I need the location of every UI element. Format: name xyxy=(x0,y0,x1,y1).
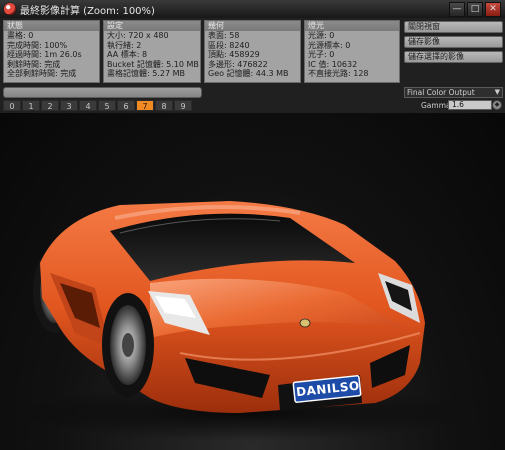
settings-frame-memory: 畫格記憶體: 5.27 MB xyxy=(107,69,185,79)
settings-panel-title: 設定 xyxy=(104,21,200,31)
window-title: 最終影像計算 (Zoom: 100%) xyxy=(20,5,155,17)
settings-size: 大小: 720 x 480 xyxy=(107,31,169,40)
output-select-value: Final Color Output xyxy=(407,88,475,97)
lights-ic-value: IC 值: 10632 xyxy=(308,59,358,69)
save-image-button[interactable]: 儲存影像 xyxy=(404,36,503,48)
status-remaining: 剩餘時間: 完成 xyxy=(7,59,61,69)
lights-sources: 光源: 0 xyxy=(308,31,335,40)
settings-bucket-memory: Bucket 記憶體: 5.10 MB xyxy=(107,59,199,69)
buffer-tab-4[interactable]: 4 xyxy=(79,100,97,111)
buffer-tab-9[interactable]: 9 xyxy=(174,100,192,111)
buffer-tab-6[interactable]: 6 xyxy=(117,100,135,111)
status-complete: 完成時間: 100% xyxy=(7,40,68,50)
settings-aa-samples: AA 標本: 8 xyxy=(107,50,148,60)
save-selected-image-button[interactable]: 儲存選擇的影像 xyxy=(404,51,503,63)
buffer-tab-1[interactable]: 1 xyxy=(22,100,40,111)
rendered-car-image xyxy=(15,201,475,441)
buffer-tab-8[interactable]: 8 xyxy=(155,100,173,111)
buffer-tab-3[interactable]: 3 xyxy=(60,100,78,111)
lights-photons: 光子: 0 xyxy=(308,50,335,60)
geometry-surfaces: 表面: 58 xyxy=(208,31,240,40)
maximize-button[interactable]: □ xyxy=(467,2,483,17)
geometry-polygons: 多邊形: 476822 xyxy=(208,59,268,69)
render-viewport[interactable]: DANILSO xyxy=(0,113,505,450)
status-panel: 狀態 畫格: 0 完成時間: 100% 經過時間: 1m 26.0s 剩餘時間:… xyxy=(3,20,100,83)
buffer-tab-7[interactable]: 7 xyxy=(136,100,154,111)
buffer-tabs: 0 1 2 3 4 5 6 7 8 9 xyxy=(3,100,192,111)
render-progress-bar xyxy=(3,87,202,98)
geometry-panel: 幾何 表面: 58 區段: 8240 頂點: 458929 多邊形: 47682… xyxy=(204,20,301,83)
status-panel-title: 狀態 xyxy=(4,21,99,31)
status-total-remaining: 全部剩餘時間: 完成 xyxy=(7,69,77,79)
output-select[interactable]: Final Color Output ▼ xyxy=(404,87,503,98)
spin-icon[interactable]: ◆ xyxy=(492,100,502,110)
settings-panel: 設定 大小: 720 x 480 執行緒: 2 AA 標本: 8 Bucket … xyxy=(103,20,201,83)
info-area: 狀態 畫格: 0 完成時間: 100% 經過時間: 1m 26.0s 剩餘時間:… xyxy=(0,18,505,113)
minimize-button[interactable]: — xyxy=(449,2,465,17)
lights-samples: 光源標本: 0 xyxy=(308,40,351,50)
buffer-tab-5[interactable]: 5 xyxy=(98,100,116,111)
geometry-panel-title: 幾何 xyxy=(205,21,300,31)
buffer-tab-2[interactable]: 2 xyxy=(41,100,59,111)
gamma-label: Gamma xyxy=(421,101,451,110)
app-icon xyxy=(4,3,16,15)
window-controls: — □ ✕ xyxy=(449,2,501,17)
lights-panel: 燈光 光源: 0 光源標本: 0 光子: 0 IC 值: 10632 不直接光路… xyxy=(304,20,400,83)
title-bar: 最終影像計算 (Zoom: 100%) — □ ✕ xyxy=(0,0,505,19)
geometry-memory: Geo 記憶體: 44.3 MB xyxy=(208,69,289,79)
gamma-input[interactable]: 1.6 xyxy=(448,100,492,110)
status-elapsed: 經過時間: 1m 26.0s xyxy=(7,50,82,60)
geometry-segments: 區段: 8240 xyxy=(208,40,250,50)
settings-threads: 執行緒: 2 xyxy=(107,40,142,50)
status-frame: 畫格: 0 xyxy=(7,31,34,40)
geometry-vertices: 頂點: 458929 xyxy=(208,50,260,60)
lights-panel-title: 燈光 xyxy=(305,21,399,31)
buffer-tab-0[interactable]: 0 xyxy=(3,100,21,111)
close-window-button[interactable]: ✕ xyxy=(485,2,501,17)
chevron-down-icon: ▼ xyxy=(494,88,500,96)
lights-indirect-rays: 不直接光路: 128 xyxy=(308,69,369,79)
close-render-button[interactable]: 關閉視窗 xyxy=(404,21,503,33)
